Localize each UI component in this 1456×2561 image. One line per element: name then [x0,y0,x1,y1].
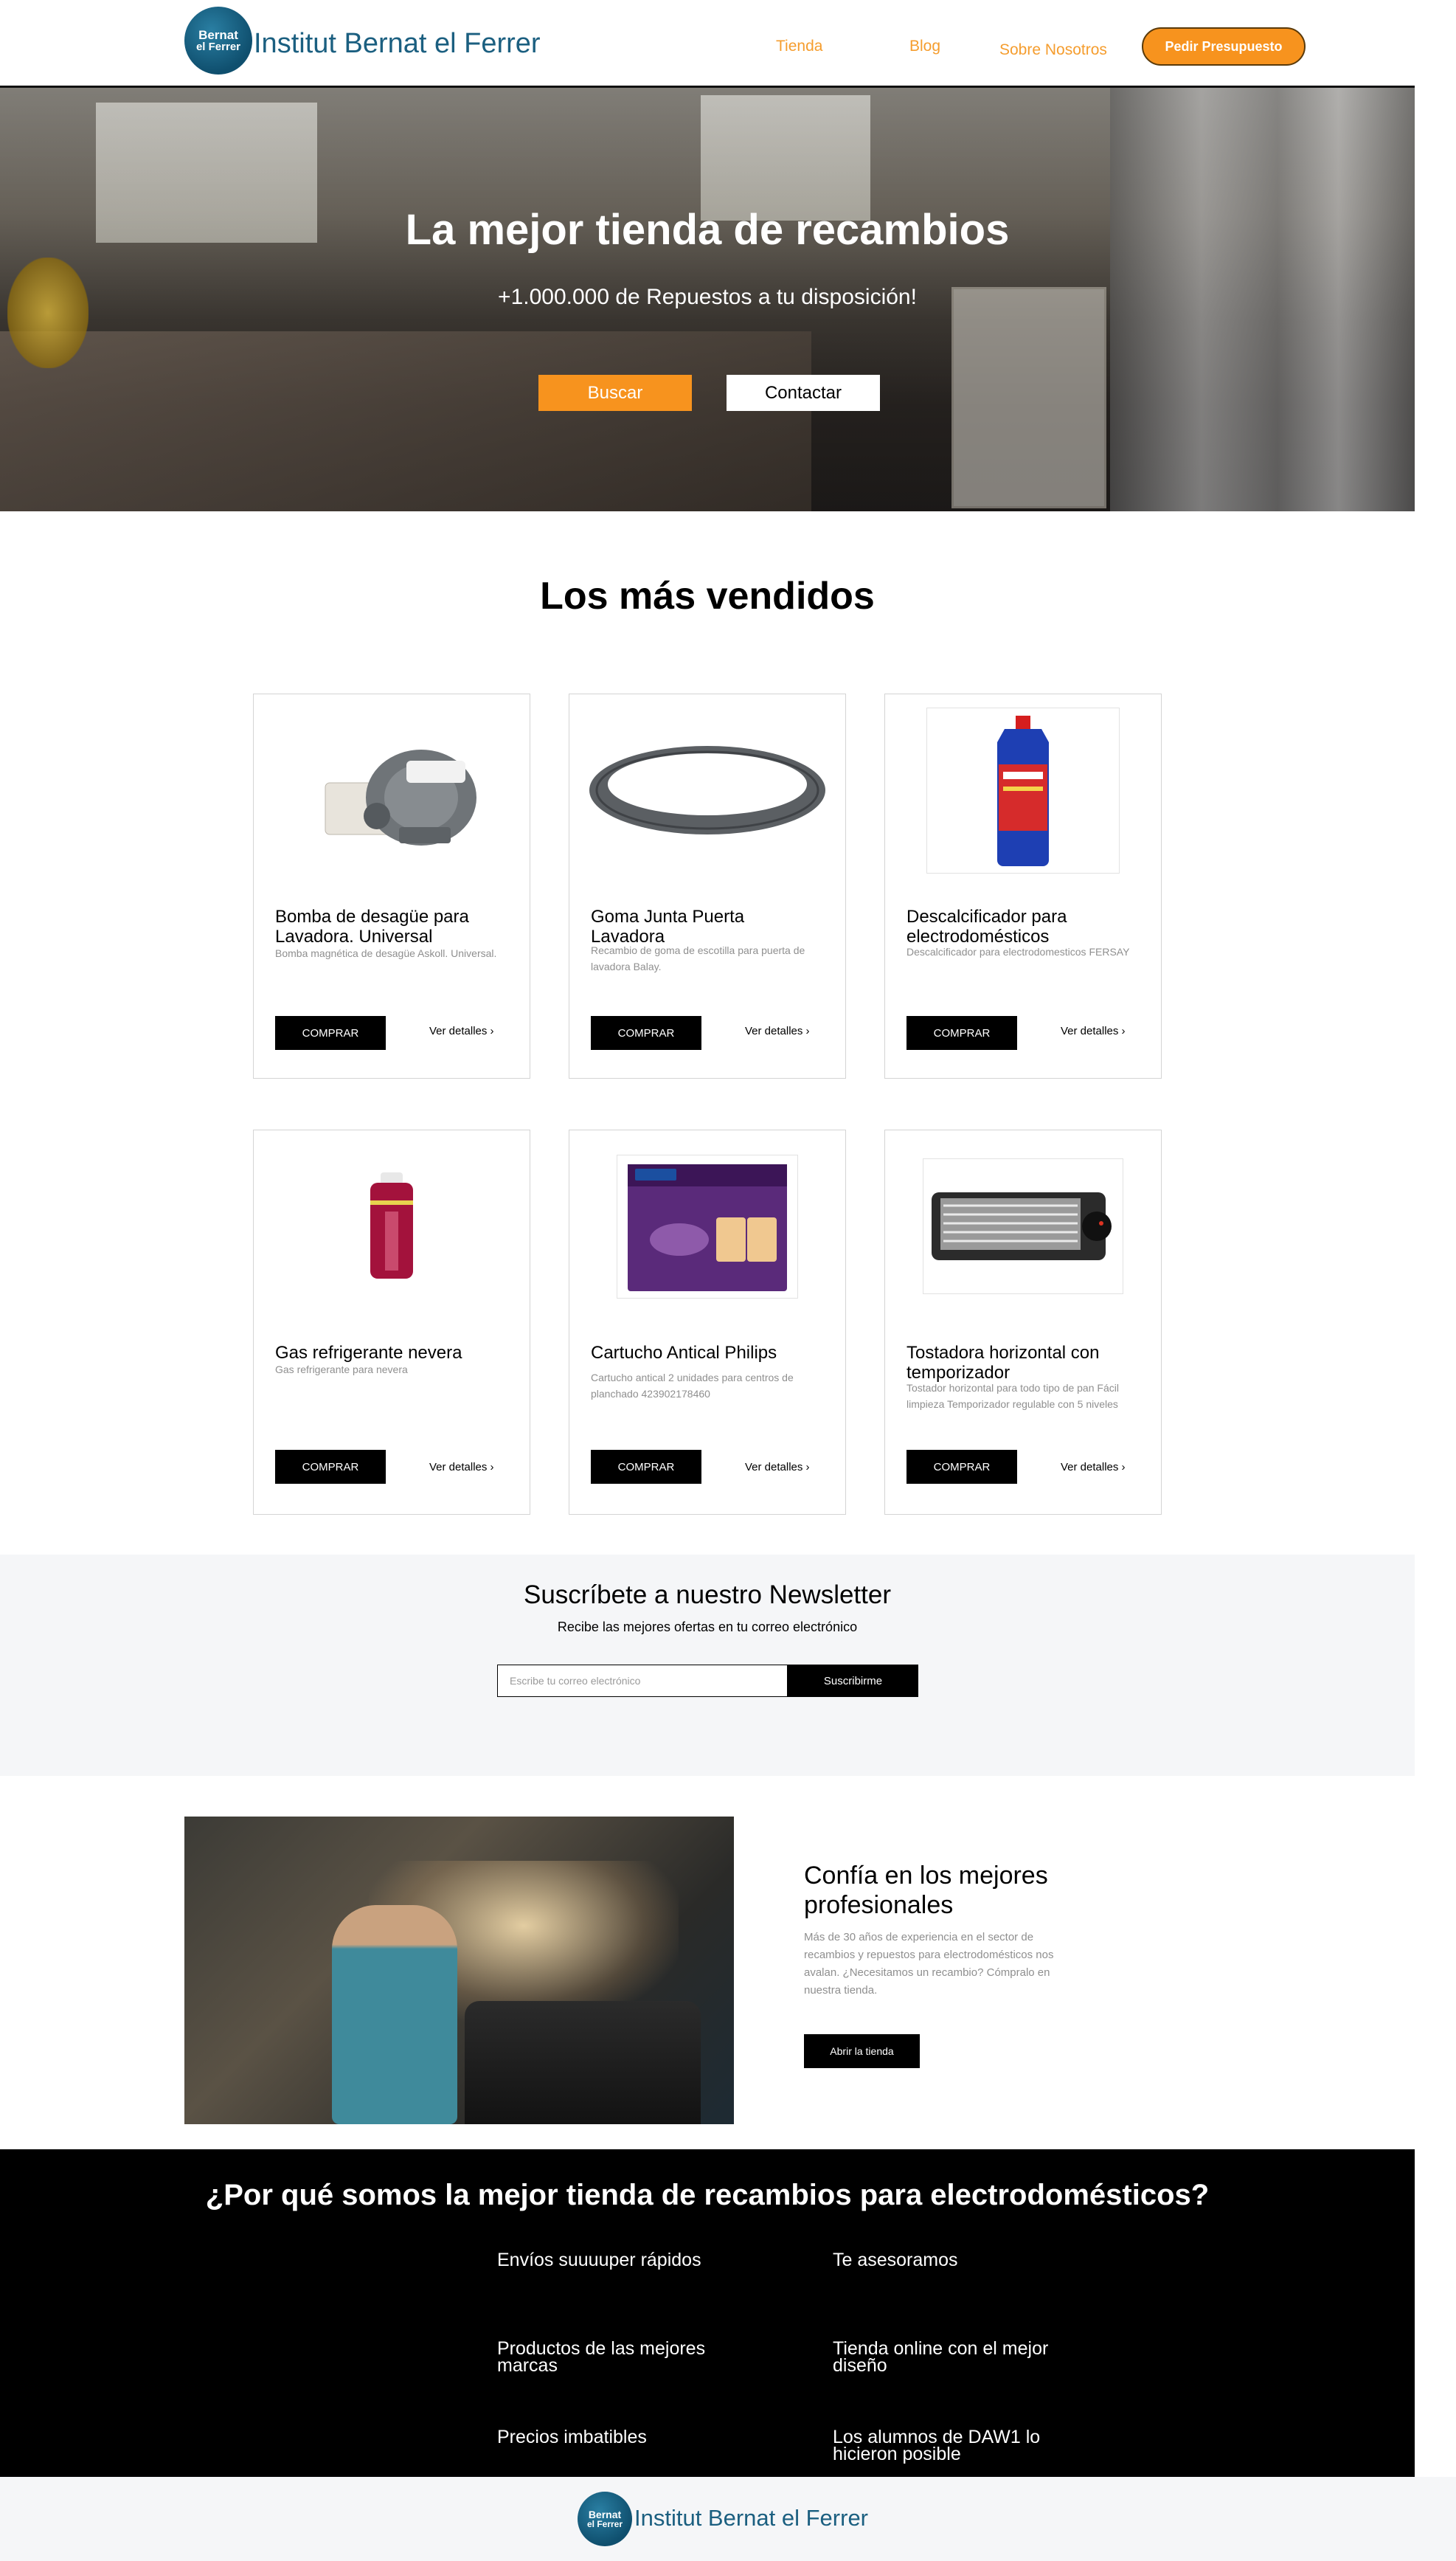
craftsman-figure [332,1905,457,2124]
product-desc: Recambio de goma de escotilla para puert… [591,944,805,972]
hero-window-right [701,95,870,221]
site-footer: Bernat el Ferrer Institut Bernat el Ferr… [0,2477,1456,2561]
craftsman-photo [184,1817,734,2124]
trust-text: Más de 30 años de experiencia en el sect… [804,1931,1054,1997]
why-item: Te asesoramos [833,2250,958,2270]
logo-line2: el Ferrer [195,41,241,53]
hero-cabinet [951,287,1106,508]
subscribe-button[interactable]: Suscribirme [788,1665,918,1697]
product-card: Descalcificador para electrodomésticos D… [884,694,1162,1079]
buy-button[interactable]: COMPRAR [906,1450,1017,1484]
product-desc: Tostador horizontal para todo tipo de pa… [906,1382,1119,1410]
footer-logo-icon[interactable]: Bernat el Ferrer [578,2492,632,2546]
buy-button[interactable]: COMPRAR [275,1016,386,1050]
request-quote-button[interactable]: Pedir Presupuesto [1142,27,1306,66]
search-button[interactable]: Buscar [538,375,692,411]
details-link[interactable]: Ver detalles › [745,1461,810,1473]
chevron-right-icon: › [487,1461,494,1473]
footer-logo-line2: el Ferrer [586,2519,623,2529]
toaster-icon [932,1192,1112,1260]
details-label: Ver detalles [429,1461,488,1473]
product-image [254,1130,530,1322]
descaler-bottle-icon [997,716,1049,866]
details-link[interactable]: Ver detalles › [1061,1025,1126,1037]
product-title[interactable]: Tostadora horizontal con temporizador [906,1343,1128,1383]
brand-name[interactable]: Institut Bernat el Ferrer [254,28,541,60]
product-card: Tostadora horizontal con temporizador To… [884,1130,1162,1515]
product-image [569,1130,845,1322]
details-label: Ver detalles [1061,1461,1119,1473]
details-label: Ver detalles [1061,1025,1119,1037]
logo-line1: Bernat [198,28,238,42]
logo-icon[interactable]: Bernat el Ferrer [184,7,252,75]
hero-title: La mejor tienda de recambios [405,206,1010,254]
details-label: Ver detalles [745,1461,803,1473]
bestsellers-title: Los más vendidos [540,575,875,618]
open-store-button[interactable]: Abrir la tienda [804,2034,920,2068]
refrigerant-can-icon [370,1172,413,1279]
nav-sobre-nosotros[interactable]: Sobre Nosotros [999,41,1107,59]
buy-button[interactable]: COMPRAR [275,1450,386,1484]
product-image [254,694,530,886]
product-desc: Bomba magnética de desagüe Askoll. Unive… [275,947,497,959]
buy-button[interactable]: COMPRAR [906,1016,1017,1050]
footer-brand-name[interactable]: Institut Bernat el Ferrer [634,2505,868,2531]
newsletter-email-input[interactable] [497,1665,788,1697]
why-item: Envíos suuuuper rápidos [497,2250,701,2270]
workshop-machine [465,2001,701,2124]
door-seal-icon [589,746,825,834]
buy-button[interactable]: COMPRAR [591,1450,701,1484]
newsletter-title: Suscríbete a nuestro Newsletter [523,1580,891,1609]
product-title[interactable]: Descalcificador para electrodomésticos [906,907,1128,947]
product-image [569,694,845,886]
hero-countertop [0,331,811,511]
product-desc: Gas refrigerante para nevera [275,1364,408,1375]
trust-title: Confía en los mejores profesionales [804,1862,1048,1919]
why-item: Productos de las mejores marcas [497,2338,706,2376]
why-title: ¿Por qué somos la mejor tienda de recamb… [205,2179,1210,2211]
chevron-right-icon: › [487,1025,494,1037]
footer-logo-line1: Bernat [588,2509,622,2520]
hero-subtitle: +1.000.000 de Repuestos a tu disposición… [498,285,917,309]
product-title[interactable]: Goma Junta Puerta Lavadora [591,907,812,947]
details-label: Ver detalles [429,1025,488,1037]
nav-blog[interactable]: Blog [909,38,940,55]
why-item: Los alumnos de DAW1 lo hicieron posible [833,2427,1041,2464]
product-card: Goma Junta Puerta Lavadora Recambio de g… [569,694,846,1079]
contact-button[interactable]: Contactar [727,375,880,411]
philips-cartridge-box-icon [628,1164,787,1291]
site-header: Bernat el Ferrer Institut Bernat el Ferr… [0,0,1415,89]
details-link[interactable]: Ver detalles › [745,1025,810,1037]
product-desc: Cartucho antical 2 unidades para centros… [591,1372,794,1400]
chevron-right-icon: › [802,1461,810,1473]
chevron-right-icon: › [802,1025,810,1037]
product-title[interactable]: Cartucho Antical Philips [591,1343,812,1363]
buy-button[interactable]: COMPRAR [591,1016,701,1050]
chevron-right-icon: › [1118,1025,1126,1037]
details-label: Ver detalles [745,1025,803,1037]
product-desc: Descalcificador para electrodomesticos F… [906,946,1130,958]
chevron-right-icon: › [1118,1461,1126,1473]
product-card: Bomba de desagüe para Lavadora. Universa… [253,694,530,1079]
details-link[interactable]: Ver detalles › [1061,1461,1126,1473]
drain-pump-icon [325,750,476,846]
product-title[interactable]: Gas refrigerante nevera [275,1343,496,1363]
details-link[interactable]: Ver detalles › [429,1461,494,1473]
newsletter-subtitle: Recibe las mejores ofertas en tu correo … [557,1620,858,1634]
why-item: Precios imbatibles [497,2427,647,2447]
hero-bananas [7,258,89,368]
why-item: Tienda online con el mejor diseño [833,2338,1049,2376]
product-title[interactable]: Bomba de desagüe para Lavadora. Universa… [275,907,496,947]
product-image [885,694,1161,886]
product-image [885,1130,1161,1322]
product-card: Cartucho Antical Philips Cartucho antica… [569,1130,846,1515]
details-link[interactable]: Ver detalles › [429,1025,494,1037]
product-card: Gas refrigerante nevera Gas refrigerante… [253,1130,530,1515]
nav-tienda[interactable]: Tienda [776,38,822,55]
